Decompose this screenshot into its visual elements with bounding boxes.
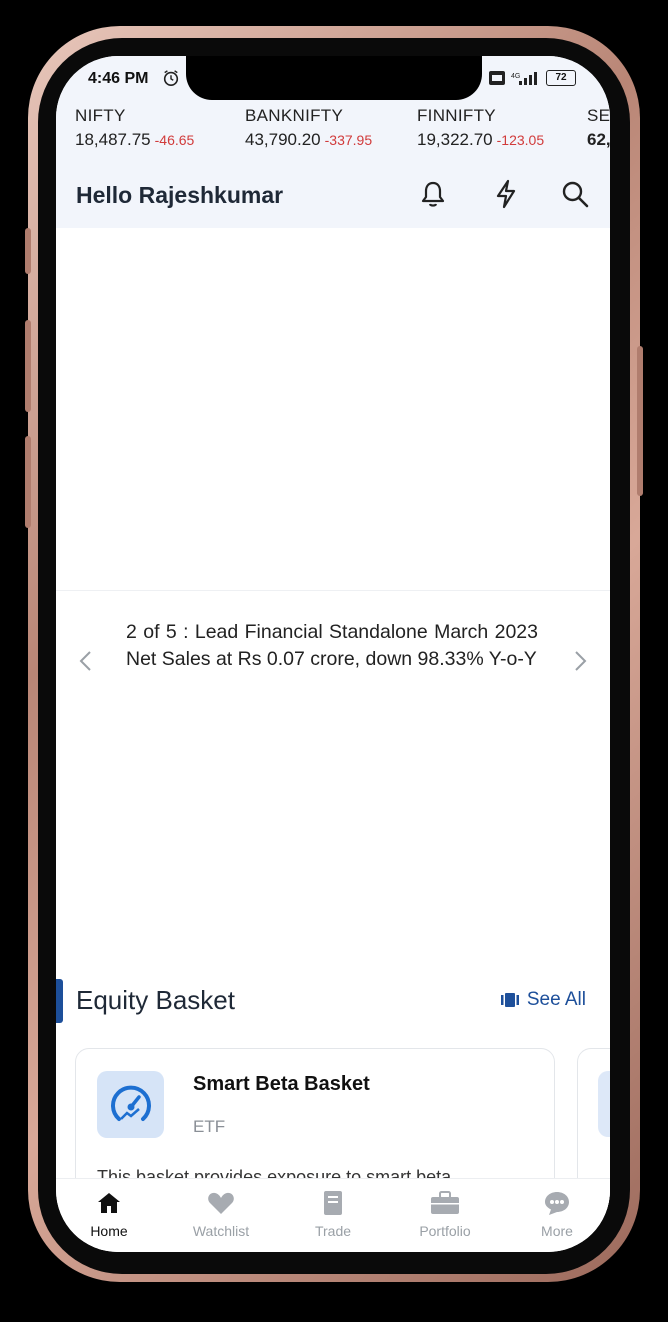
book-icon (324, 1191, 342, 1215)
svg-text:4G: 4G (511, 73, 520, 80)
more-icon (545, 1192, 569, 1215)
ticker-change: -46.65 (154, 132, 195, 148)
nav-trade[interactable]: Trade (288, 1189, 378, 1239)
chevron-left-icon[interactable] (74, 649, 98, 673)
index-ticker[interactable]: NIFTY 18,487.75 -46.65 BANKNIFTY 43,790.2… (56, 102, 610, 160)
ticker-change: -337.95 (324, 132, 373, 148)
bell-icon (421, 181, 445, 207)
see-all-label: See All (526, 989, 586, 1010)
ticker-name: SE (587, 106, 610, 125)
news-headline[interactable]: 2 of 5 : Lead Financial Standalone March… (126, 619, 538, 673)
ticker-value: 43,790.20 (245, 130, 321, 149)
screen: 4:46 PM 4G 72 NIFTY 18,487.75-46.65 BANK… (56, 56, 610, 1252)
ticker-name: FINNIFTY (417, 106, 496, 125)
volte-icon (489, 71, 505, 85)
nav-label: Home (90, 1223, 128, 1239)
signal-icon: 4G (511, 72, 537, 85)
heart-icon (208, 1192, 234, 1214)
ticker-name: BANKNIFTY (245, 106, 344, 125)
greeting-title: Hello Rajeshkumar (76, 182, 284, 208)
ticker-item-banknifty[interactable]: BANKNIFTY 43,790.20 -337.95 (245, 106, 372, 150)
camera-notch (186, 56, 482, 100)
status-time: 4:46 PM (88, 70, 149, 87)
battery-icon: 72 (546, 70, 576, 86)
power-button (637, 346, 643, 496)
ticker-change: -123.05 (496, 132, 545, 148)
basket-logo (598, 1071, 610, 1137)
cards-icon (500, 993, 519, 1007)
basket-type: ETF (193, 1117, 226, 1136)
ticker-item-finnifty[interactable]: FINNIFTY 19,322.70 -123.05 (417, 106, 544, 150)
network-indicators: 4G 72 (488, 68, 576, 88)
nav-label: Trade (314, 1223, 352, 1239)
ticker-name: NIFTY (75, 106, 126, 125)
volume-up-button (25, 320, 31, 412)
nav-portfolio[interactable]: Portfolio (400, 1189, 490, 1239)
volume-down-button (25, 436, 31, 528)
ticker-value: 62, (587, 130, 610, 149)
quick-actions-button[interactable] (490, 178, 522, 210)
notifications-button[interactable] (417, 178, 449, 210)
see-all-link[interactable]: See All (500, 989, 586, 1011)
ticker-value: 18,487.75 (75, 130, 151, 149)
briefcase-icon (431, 1191, 459, 1214)
nav-watchlist[interactable]: Watchlist (176, 1189, 266, 1239)
basket-logo (97, 1071, 164, 1138)
nav-label: Watchlist (192, 1223, 250, 1239)
section-accent-bar (56, 979, 63, 1023)
news-carousel: 2 of 5 : Lead Financial Standalone March… (56, 591, 610, 991)
alarm-icon (163, 70, 179, 87)
equity-basket-title: Equity Basket (76, 985, 235, 1015)
nav-label: More (541, 1223, 573, 1239)
nav-label: Portfolio (419, 1223, 471, 1239)
search-icon (562, 181, 589, 208)
nav-more[interactable]: More (512, 1189, 602, 1239)
search-button[interactable] (559, 178, 591, 210)
speedometer-icon (110, 1085, 151, 1121)
ticker-value: 19,322.70 (417, 130, 493, 149)
ticker-item-sensex[interactable]: SE 62, (587, 106, 610, 150)
bottom-navigation: Home Watchlist Trade Portfolio More (56, 1178, 610, 1252)
lightning-icon (496, 179, 516, 209)
basket-title: Smart Beta Basket (193, 1073, 370, 1095)
nav-home[interactable]: Home (64, 1189, 154, 1239)
chevron-right-icon[interactable] (568, 649, 592, 673)
mute-switch (25, 228, 31, 274)
ticker-item-nifty[interactable]: NIFTY 18,487.75 -46.65 (75, 106, 194, 150)
promo-banner[interactable] (56, 228, 610, 591)
home-icon (98, 1193, 120, 1213)
app-header: Hello Rajeshkumar (56, 160, 610, 229)
